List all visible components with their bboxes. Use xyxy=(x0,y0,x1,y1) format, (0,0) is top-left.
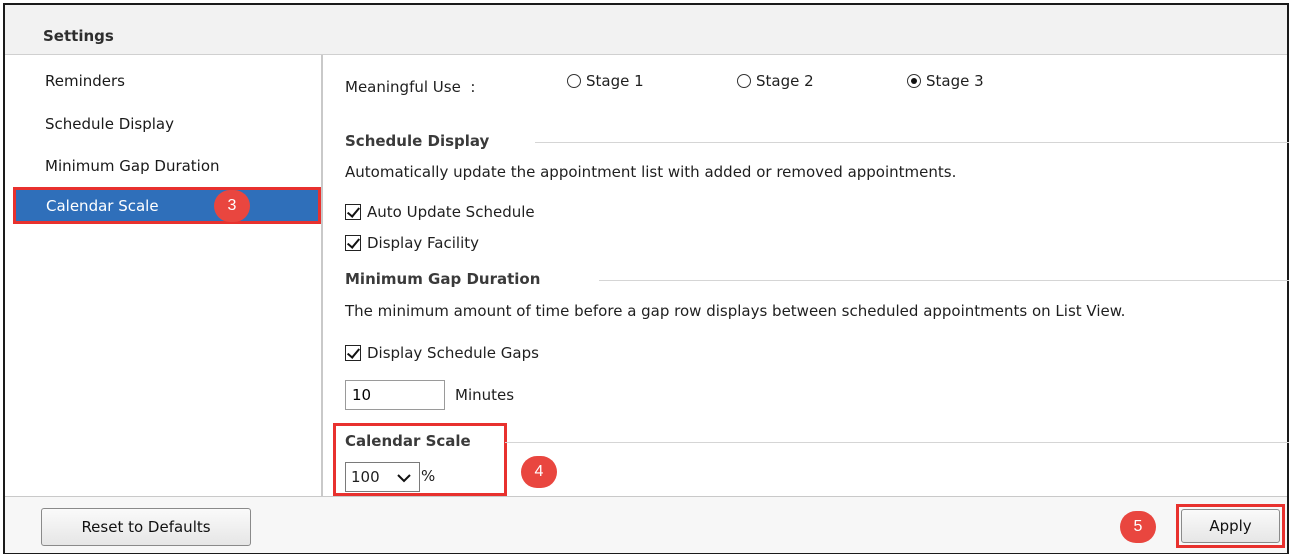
settings-footer: Reset to Defaults 5 Apply xyxy=(5,496,1287,553)
settings-dialog: Settings Reminders Schedule Display Mini… xyxy=(3,3,1289,554)
sidebar-item-label: Calendar Scale xyxy=(46,197,159,215)
gap-minutes-unit: Minutes xyxy=(455,386,515,404)
chevron-down-icon xyxy=(397,474,411,483)
display-schedule-gaps-checkbox[interactable]: Display Schedule Gaps xyxy=(345,344,539,362)
section-divider xyxy=(599,280,1289,281)
radio-circle-icon xyxy=(737,74,751,88)
auto-update-schedule-checkbox[interactable]: Auto Update Schedule xyxy=(345,203,535,221)
checkbox-checked-icon xyxy=(345,204,361,220)
display-facility-checkbox[interactable]: Display Facility xyxy=(345,234,479,252)
meaningful-use-label: Meaningful Use : xyxy=(345,78,476,96)
calendar-scale-unit: % xyxy=(421,467,436,485)
reset-to-defaults-button[interactable]: Reset to Defaults xyxy=(41,508,251,546)
radio-stage-1[interactable]: Stage 1 xyxy=(567,72,644,90)
radio-selected-icon xyxy=(907,74,921,88)
calendar-scale-value: 100 xyxy=(351,468,380,486)
gap-minutes-input[interactable] xyxy=(345,380,445,410)
radio-stage-3[interactable]: Stage 3 xyxy=(907,72,984,90)
sidebar-item-reminders[interactable]: Reminders xyxy=(45,72,125,90)
sidebar-item-minimum-gap-duration[interactable]: Minimum Gap Duration xyxy=(45,157,220,175)
sidebar-item-calendar-scale[interactable]: Calendar Scale 3 xyxy=(13,187,321,224)
apply-button[interactable]: Apply xyxy=(1181,509,1280,543)
schedule-display-heading: Schedule Display xyxy=(345,132,490,150)
section-divider xyxy=(535,142,1289,143)
settings-sidebar: Reminders Schedule Display Minimum Gap D… xyxy=(5,55,323,496)
checkbox-checked-icon xyxy=(345,345,361,361)
radio-circle-icon xyxy=(567,74,581,88)
settings-content: Meaningful Use : Stage 1 Stage 2 Stage 3… xyxy=(323,55,1289,496)
callout-badge-4: 4 xyxy=(521,456,557,488)
radio-stage-2[interactable]: Stage 2 xyxy=(737,72,814,90)
minimum-gap-heading: Minimum Gap Duration xyxy=(345,270,541,288)
callout-badge-3: 3 xyxy=(214,190,250,222)
schedule-display-description: Automatically update the appointment lis… xyxy=(345,163,957,181)
sidebar-item-schedule-display[interactable]: Schedule Display xyxy=(45,115,174,133)
calendar-scale-select[interactable]: 100 xyxy=(345,462,420,492)
settings-title: Settings xyxy=(43,27,114,45)
callout-badge-5: 5 xyxy=(1120,511,1156,543)
minimum-gap-description: The minimum amount of time before a gap … xyxy=(345,302,1126,320)
settings-header: Settings xyxy=(5,5,1287,55)
section-divider xyxy=(505,442,1289,443)
calendar-scale-heading: Calendar Scale xyxy=(345,432,471,450)
checkbox-checked-icon xyxy=(345,235,361,251)
